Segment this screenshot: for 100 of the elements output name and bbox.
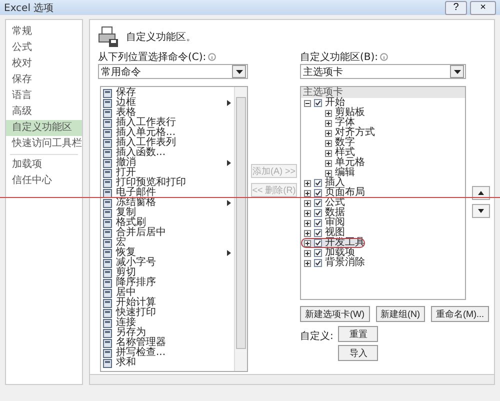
scrollbar[interactable] — [234, 87, 247, 372]
tree-item[interactable]: 背景消除 — [301, 258, 465, 268]
section-heading: 自定义功能区。 — [126, 30, 196, 44]
expander-icon[interactable] — [304, 200, 311, 207]
command-icon — [103, 338, 112, 348]
checkbox[interactable] — [314, 209, 322, 218]
sidebar-item[interactable]: 语言 — [6, 88, 82, 104]
expander-icon[interactable] — [304, 210, 311, 217]
close-button[interactable]: × — [470, 0, 496, 15]
tree-item[interactable]: 页面布局 — [301, 188, 465, 198]
command-icon — [103, 318, 112, 328]
command-icon — [103, 348, 112, 358]
command-icon — [103, 98, 112, 108]
expander-icon[interactable] — [304, 230, 311, 237]
tree-action-button[interactable]: 重命名(M)... — [431, 306, 489, 322]
dropdown-arrow-icon — [236, 70, 242, 74]
command-icon — [103, 88, 112, 98]
dropdown[interactable]: 主选项卡 — [300, 64, 466, 80]
sidebar-item[interactable]: 加载项 — [6, 157, 82, 174]
expander-icon[interactable] — [325, 150, 332, 157]
expander-icon[interactable] — [304, 220, 311, 227]
command-icon — [103, 168, 112, 178]
command-icon — [103, 208, 112, 218]
expander-icon[interactable] — [304, 190, 311, 197]
sidebar-item[interactable]: 快速访问工具栏 — [6, 136, 82, 152]
command-item[interactable]: 另存为 — [116, 328, 234, 338]
command-icon — [103, 118, 112, 128]
expander-icon[interactable] — [325, 160, 332, 167]
sidebar-item[interactable]: 高级 — [6, 104, 82, 120]
info-icon — [208, 53, 216, 62]
checkbox[interactable] — [314, 259, 322, 268]
tree-item[interactable]: 插入 — [301, 178, 465, 188]
command-icon — [103, 218, 112, 228]
command-icon — [103, 258, 112, 268]
dropdown-arrow-icon — [454, 70, 460, 74]
expander-icon[interactable] — [325, 130, 332, 137]
printer-icon — [98, 26, 120, 48]
sidebar-item[interactable]: 校对 — [6, 56, 82, 72]
tree-action-button[interactable]: 新建组(N) — [376, 306, 425, 322]
expander-icon[interactable] — [304, 250, 311, 257]
command-icon — [103, 148, 112, 158]
help-button[interactable]: ? — [445, 0, 467, 15]
command-icon — [103, 248, 112, 258]
command-item[interactable]: 插入工作表列 — [116, 138, 234, 148]
command-icon — [103, 328, 112, 338]
expander-icon[interactable] — [304, 180, 311, 187]
scrollbar[interactable] — [90, 374, 494, 384]
command-icon — [103, 278, 112, 288]
command-icon — [103, 238, 112, 248]
expander-icon[interactable] — [304, 100, 311, 107]
checkbox[interactable] — [314, 239, 322, 248]
command-icon — [103, 188, 112, 198]
checkbox[interactable] — [314, 229, 322, 238]
up-arrow-icon — [478, 191, 484, 196]
command-icon — [103, 178, 112, 188]
expander-icon[interactable] — [325, 120, 332, 127]
customize-button[interactable]: 导入 — [338, 345, 378, 362]
expander-icon[interactable] — [325, 110, 332, 117]
command-icon — [103, 198, 112, 208]
sidebar-item[interactable]: 常规 — [6, 24, 82, 40]
field-label: 从下列位置选择命令(C): — [98, 50, 206, 64]
move-up-button[interactable] — [472, 186, 490, 200]
tree-item[interactable]: 视图 — [301, 228, 465, 238]
checkbox[interactable] — [314, 189, 322, 198]
sidebar-item[interactable]: 保存 — [6, 72, 82, 88]
field-label: 自定义功能区(B): — [300, 50, 378, 64]
field-label: 自定义: — [300, 330, 334, 344]
command-icon — [103, 358, 112, 368]
command-icon — [103, 288, 112, 298]
expander-icon[interactable] — [325, 170, 332, 177]
checkbox[interactable] — [314, 199, 322, 208]
down-arrow-icon — [478, 209, 484, 214]
checkbox[interactable] — [314, 249, 322, 258]
command-icon — [103, 298, 112, 308]
dropdown[interactable]: 常用命令 — [98, 64, 248, 80]
command-item[interactable]: 降序排序 — [116, 278, 234, 288]
checkbox[interactable] — [314, 99, 322, 108]
tree-action-button[interactable]: 新建选项卡(W) — [300, 306, 370, 322]
command-icon — [103, 228, 112, 238]
command-icon — [103, 108, 112, 118]
tree-header: 主选项卡 — [301, 87, 465, 98]
customize-button[interactable]: 重置 — [338, 326, 378, 342]
command-icon — [103, 128, 112, 138]
sidebar-item[interactable]: 公式 — [6, 40, 82, 56]
sidebar-item[interactable]: 信任中心 — [6, 173, 82, 190]
checkbox[interactable] — [314, 219, 322, 228]
move-down-button[interactable] — [472, 204, 490, 218]
command-icon — [103, 138, 112, 148]
command-item[interactable]: 求和 — [116, 358, 234, 368]
info-icon — [380, 53, 388, 62]
command-icon — [103, 158, 112, 168]
sidebar-item[interactable]: 自定义功能区 — [6, 120, 82, 136]
command-icon — [103, 268, 112, 278]
expander-icon[interactable] — [304, 260, 311, 267]
command-icon — [103, 308, 112, 318]
window-title: Excel 选项 — [4, 2, 55, 15]
expander-icon[interactable] — [325, 140, 332, 147]
expander-icon[interactable] — [304, 240, 311, 247]
checkbox[interactable] — [314, 179, 322, 188]
tree-item[interactable]: 编辑 — [301, 168, 465, 178]
